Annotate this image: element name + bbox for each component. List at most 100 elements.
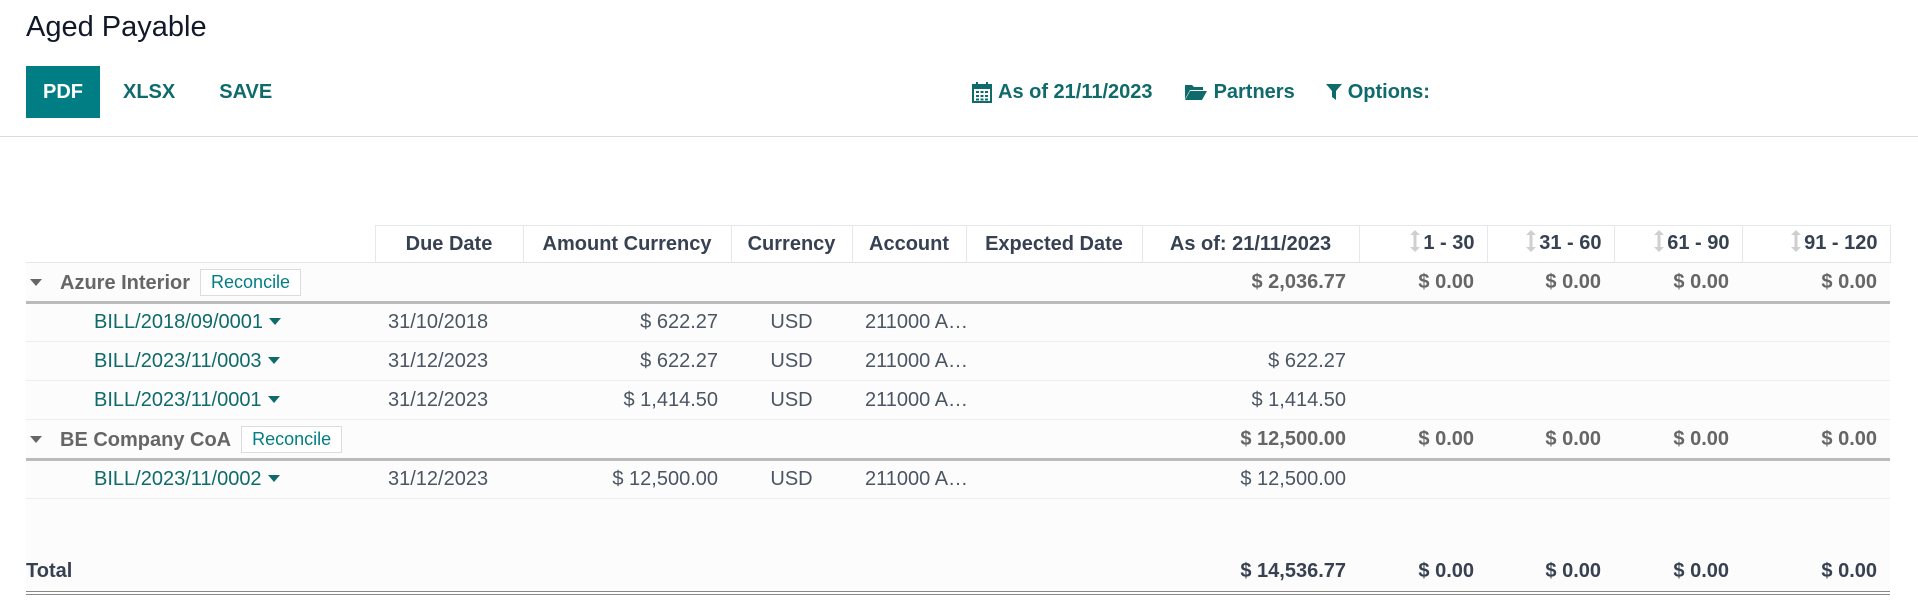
bucket-61-90 <box>1614 459 1742 499</box>
amount-currency: $ 1,414.50 <box>523 380 731 420</box>
as-of-amount: $ 622.27 <box>1142 341 1359 381</box>
caret-down-icon[interactable] <box>269 318 282 325</box>
partner-group-row[interactable]: Azure Interior Reconcile $ 2,036.77 $ 0.0… <box>26 262 1890 304</box>
total-1-30: $ 0.00 <box>1359 552 1487 595</box>
amount-currency: $ 622.27 <box>523 341 731 381</box>
xlsx-button[interactable]: XLSX <box>100 66 197 118</box>
bucket-31-60 <box>1487 341 1614 381</box>
control-panel: Aged Payable PDF XLSX SAVE As of 21/11/2… <box>0 0 1918 137</box>
column-header-61-90[interactable]: 61 - 90 <box>1613 225 1743 263</box>
as-of-amount: $ 12,500.00 <box>1142 459 1359 499</box>
group-total-as-of: $ 12,500.00 <box>1142 419 1359 461</box>
total-61-90: $ 0.00 <box>1614 552 1742 595</box>
currency: USD <box>731 380 852 420</box>
account: 211000 A… <box>852 302 966 342</box>
caret-down-icon[interactable] <box>267 356 280 364</box>
expected-date <box>966 341 1142 381</box>
expected-date <box>966 380 1142 420</box>
bucket-91-120 <box>1742 341 1890 381</box>
group-total-91-120: $ 0.00 <box>1742 419 1890 461</box>
column-header-1-30[interactable]: 1 - 30 <box>1358 225 1488 263</box>
column-label: 61 - 90 <box>1667 232 1730 254</box>
as-of-amount: $ 1,414.50 <box>1142 380 1359 420</box>
table-row: BILL/2023/11/0002 31/12/2023 $ 12,500.00… <box>26 459 1890 499</box>
bucket-31-60 <box>1487 459 1614 499</box>
bill-link[interactable]: BILL/2018/09/0001 <box>39 311 263 333</box>
expected-date <box>966 459 1142 499</box>
column-header-currency[interactable]: Currency <box>730 225 853 263</box>
bucket-61-90 <box>1614 302 1742 342</box>
total-31-60: $ 0.00 <box>1487 552 1614 595</box>
sort-icon <box>1654 230 1665 258</box>
bill-cell[interactable]: BILL/2023/11/0001 <box>26 380 375 420</box>
column-header-as-of[interactable]: As of: 21/11/2023 <box>1141 225 1360 263</box>
date-filter-label: As of 21/11/2023 <box>998 80 1153 103</box>
bucket-1-30 <box>1359 459 1487 499</box>
due-date: 31/10/2018 <box>375 302 523 342</box>
column-label: 31 - 60 <box>1539 232 1602 254</box>
partner-name: BE Company CoA <box>60 428 232 451</box>
column-header-due-date[interactable]: Due Date <box>374 225 524 263</box>
filter-icon <box>1325 83 1342 101</box>
bucket-1-30 <box>1359 302 1487 342</box>
date-filter-button[interactable]: As of 21/11/2023 <box>972 81 1153 104</box>
sort-icon <box>1791 230 1802 258</box>
bucket-91-120 <box>1742 302 1890 342</box>
options-filter-button[interactable]: Options: <box>1325 80 1430 104</box>
account: 211000 A… <box>852 341 966 381</box>
partners-filter-button[interactable]: Partners <box>1184 81 1295 104</box>
account: 211000 A… <box>852 380 966 420</box>
table-row: BILL/2023/11/0001 31/12/2023 $ 1,414.50 … <box>26 380 1890 420</box>
folder-open-icon <box>1184 83 1208 101</box>
bill-link[interactable]: BILL/2023/11/0001 <box>39 389 262 411</box>
account: 211000 A… <box>852 459 966 499</box>
column-header-31-60[interactable]: 31 - 60 <box>1486 225 1615 263</box>
aged-payable-table: Due Date Amount Currency Currency Accoun… <box>26 225 1891 595</box>
group-total-31-60: $ 0.00 <box>1487 262 1614 304</box>
partner-cell[interactable]: BE Company CoA Reconcile <box>26 419 1142 461</box>
options-filter-label: Options: <box>1347 80 1430 103</box>
column-header-91-120[interactable]: 91 - 120 <box>1741 225 1891 263</box>
currency: USD <box>731 302 852 342</box>
bucket-91-120 <box>1742 459 1890 499</box>
pdf-button[interactable]: PDF <box>26 66 100 118</box>
spacer-cell <box>26 498 1890 553</box>
column-header-expected-date[interactable]: Expected Date <box>965 225 1143 263</box>
group-total-61-90: $ 0.00 <box>1614 419 1742 461</box>
toolbar: PDF XLSX SAVE <box>26 66 294 118</box>
report-filters: As of 21/11/2023 Partners Options: <box>972 66 1430 118</box>
partner-name: Azure Interior <box>60 271 191 294</box>
bucket-1-30 <box>1359 380 1487 420</box>
expected-date <box>966 302 1142 342</box>
column-header-account[interactable]: Account <box>851 225 967 263</box>
caret-down-icon[interactable] <box>267 475 280 482</box>
bucket-31-60 <box>1487 302 1614 342</box>
table-row: BILL/2018/09/0001 31/10/2018 $ 622.27 US… <box>26 302 1890 342</box>
bill-cell[interactable]: BILL/2018/09/0001 <box>26 302 375 342</box>
bucket-91-120 <box>1742 380 1890 420</box>
partner-group-row[interactable]: BE Company CoA Reconcile $ 12,500.00 $ 0.… <box>26 419 1890 461</box>
bill-link[interactable]: BILL/2023/11/0003 <box>39 350 262 372</box>
caret-down-icon[interactable] <box>30 278 42 286</box>
bill-link[interactable]: BILL/2023/11/0002 <box>39 468 262 490</box>
header-blank <box>26 225 375 263</box>
partner-cell[interactable]: Azure Interior Reconcile <box>26 262 1142 304</box>
amount-currency: $ 622.27 <box>523 302 731 342</box>
reconcile-button[interactable]: Reconcile <box>241 425 343 453</box>
group-total-1-30: $ 0.00 <box>1359 419 1487 461</box>
bill-cell[interactable]: BILL/2023/11/0002 <box>26 459 375 499</box>
save-button[interactable]: SAVE <box>197 66 294 118</box>
caret-down-icon[interactable] <box>30 435 42 443</box>
group-total-91-120: $ 0.00 <box>1742 262 1890 304</box>
caret-down-icon[interactable] <box>267 395 280 403</box>
sort-icon <box>1526 230 1537 258</box>
total-row: Total $ 14,536.77 $ 0.00 $ 0.00 $ 0.00 $… <box>26 552 1890 595</box>
reconcile-button[interactable]: Reconcile <box>200 268 302 296</box>
column-header-amount-currency[interactable]: Amount Currency <box>522 225 732 263</box>
total-as-of: $ 14,536.77 <box>1142 552 1359 595</box>
spacer-row <box>26 498 1890 553</box>
sort-icon <box>1410 230 1421 258</box>
currency: USD <box>731 341 852 381</box>
bill-cell[interactable]: BILL/2023/11/0003 <box>26 341 375 381</box>
table-row: BILL/2023/11/0003 31/12/2023 $ 622.27 US… <box>26 341 1890 381</box>
